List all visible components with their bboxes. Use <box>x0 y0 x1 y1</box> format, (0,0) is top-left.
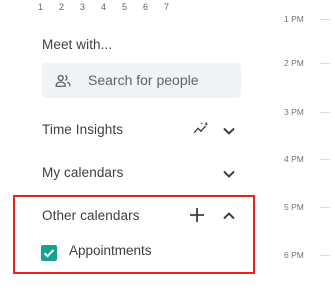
sidebar: 1 2 3 4 5 6 7 Meet with... Search for pe… <box>0 0 268 291</box>
meet-with-title: Meet with... <box>42 37 113 52</box>
mini-calendar-day[interactable]: 6 <box>135 0 156 14</box>
hour-tick <box>320 159 330 160</box>
time-label: 5 PM <box>284 202 304 212</box>
mini-calendar-day[interactable]: 3 <box>72 0 93 14</box>
hour-tick <box>320 255 330 256</box>
time-label: 2 PM <box>284 58 304 68</box>
insights-sparkle-icon[interactable] <box>192 120 210 138</box>
hour-tick <box>320 207 330 208</box>
my-calendars-title[interactable]: My calendars <box>42 165 123 180</box>
mini-calendar-day[interactable]: 2 <box>51 0 72 14</box>
appointments-label[interactable]: Appointments <box>69 243 152 258</box>
mini-calendar-day[interactable]: 5 <box>114 0 135 14</box>
mini-calendar-day[interactable]: 4 <box>93 0 114 14</box>
search-people-input[interactable]: Search for people <box>42 63 241 98</box>
time-label: 4 PM <box>284 154 304 164</box>
plus-icon[interactable] <box>188 206 206 224</box>
mini-calendar-week-row: 1 2 3 4 5 6 7 <box>30 0 177 14</box>
time-axis: 1 PM 2 PM 3 PM 4 PM 5 PM 6 PM <box>268 0 335 291</box>
chevron-up-icon[interactable] <box>221 208 237 224</box>
search-people-placeholder: Search for people <box>88 72 199 88</box>
hour-tick <box>320 112 330 113</box>
other-calendars-title[interactable]: Other calendars <box>42 208 140 223</box>
mini-calendar-day[interactable]: 1 <box>30 0 51 14</box>
other-calendars-highlight <box>13 195 255 274</box>
time-label: 1 PM <box>284 14 304 24</box>
mini-calendar-day[interactable]: 7 <box>156 0 177 14</box>
appointments-checkbox[interactable] <box>41 245 57 261</box>
time-label: 3 PM <box>284 107 304 117</box>
chevron-down-icon[interactable] <box>221 123 237 139</box>
hour-tick <box>320 63 330 64</box>
people-icon <box>55 74 71 87</box>
time-insights-title[interactable]: Time Insights <box>42 122 123 137</box>
chevron-down-icon[interactable] <box>221 166 237 182</box>
hour-tick <box>320 19 330 20</box>
time-label: 6 PM <box>284 250 304 260</box>
check-icon <box>43 249 55 258</box>
